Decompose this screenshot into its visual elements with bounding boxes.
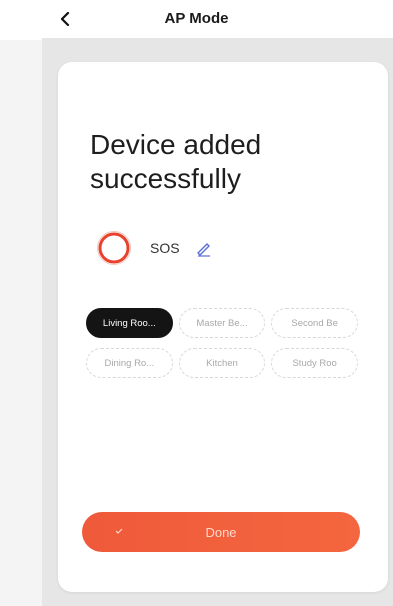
top-bar: AP Mode [0, 0, 393, 40]
room-chip-master-bedroom[interactable]: Master Be... [178, 308, 266, 338]
room-chip-kitchen[interactable]: Kitchen [178, 348, 266, 378]
done-button[interactable]: Done [82, 512, 360, 552]
room-chip-living-room[interactable]: Living Roo... [86, 308, 173, 338]
success-headline: Device added successfully [90, 128, 370, 196]
room-chip-dining-room[interactable]: Dining Ro... [86, 348, 173, 378]
room-chip-study-room[interactable]: Study Roo [271, 348, 358, 378]
headline-line-2: successfully [90, 163, 241, 194]
device-row: SOS [96, 228, 214, 268]
page-title: AP Mode [164, 10, 229, 27]
headline-line-1: Device added [90, 129, 262, 160]
success-card: Device added successfully SOS Living Roo… [58, 62, 388, 592]
check-icon [114, 526, 124, 536]
pencil-icon [196, 243, 210, 257]
edit-name-button[interactable] [194, 238, 214, 258]
device-icon [96, 230, 132, 266]
done-label: Done [205, 524, 237, 540]
room-chip-second-bedroom[interactable]: Second Be [271, 308, 358, 338]
device-name: SOS [150, 240, 180, 256]
room-chip-group: Living Roo... Master Be... Second Be Din… [86, 308, 358, 378]
ring-icon [97, 231, 131, 265]
